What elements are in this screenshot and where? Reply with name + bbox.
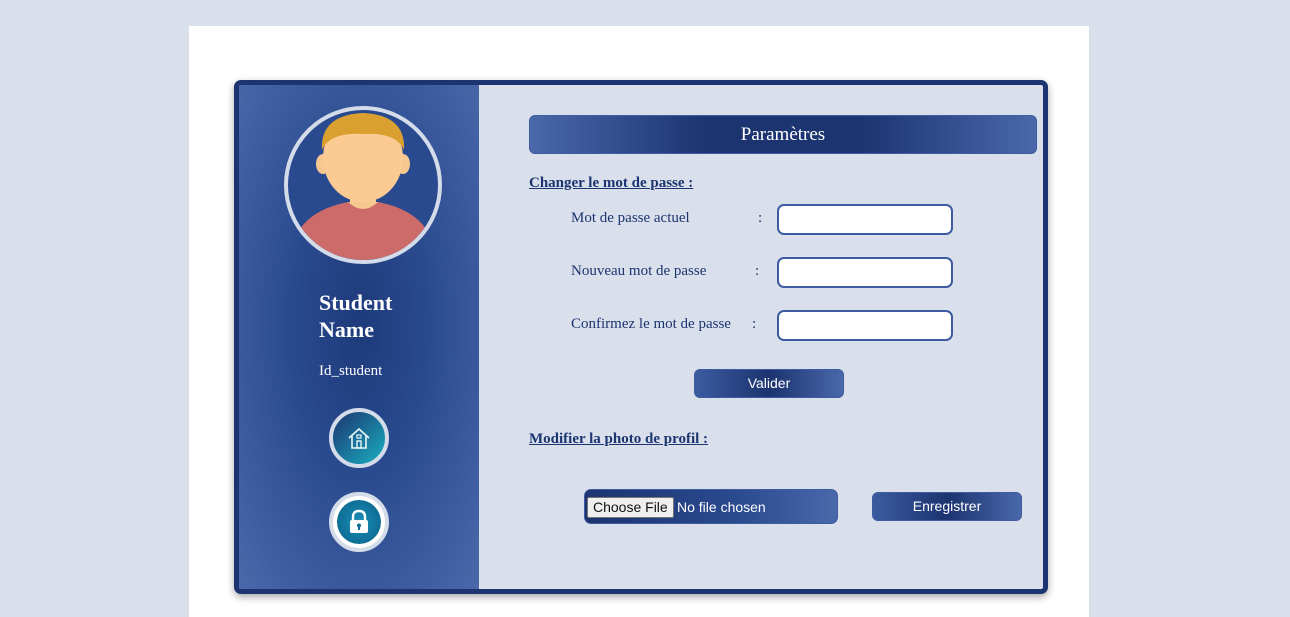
photo-section-heading: Modifier la photo de profil : (529, 431, 709, 447)
file-status-text: No file chosen (677, 499, 766, 515)
lock-badge (337, 500, 381, 544)
lock-button[interactable] (329, 492, 389, 552)
settings-card: Student Name Id_student Paramètres Chang… (234, 80, 1048, 594)
choose-file-button[interactable]: Choose File (587, 497, 674, 518)
student-name: Student Name (319, 290, 393, 342)
new-password-label: Nouveau mot de passe (571, 263, 707, 279)
validate-button[interactable]: Valider (694, 369, 844, 398)
label-colon: : (752, 316, 757, 332)
current-password-label: Mot de passe actuel (571, 210, 690, 226)
lock-icon (350, 509, 368, 533)
home-icon (348, 427, 370, 449)
student-id: Id_student (319, 363, 383, 379)
current-password-input[interactable] (777, 204, 953, 235)
new-password-input[interactable] (777, 257, 953, 288)
page-title: Paramètres (529, 115, 1037, 154)
password-section-heading: Changer le mot de passe : (529, 175, 694, 191)
label-colon: : (758, 210, 763, 226)
settings-panel: Paramètres Changer le mot de passe : Mot… (479, 85, 1043, 589)
confirm-password-input[interactable] (777, 310, 953, 341)
file-upload-field[interactable]: Choose File No file chosen (584, 489, 838, 524)
save-photo-button[interactable]: Enregistrer (872, 492, 1022, 521)
label-colon: : (755, 263, 760, 279)
confirm-password-label: Confirmez le mot de passe (571, 316, 731, 332)
home-button[interactable] (329, 408, 389, 468)
sidebar: Student Name Id_student (239, 85, 479, 589)
profile-avatar (284, 106, 442, 264)
avatar-illustration (296, 113, 430, 260)
